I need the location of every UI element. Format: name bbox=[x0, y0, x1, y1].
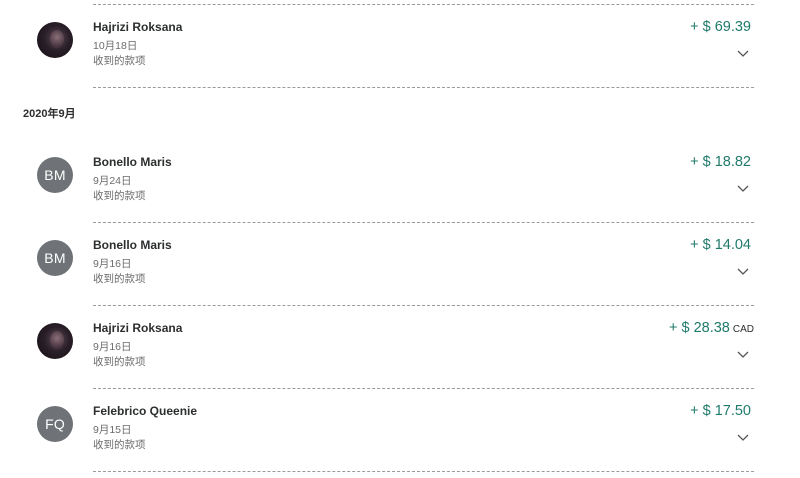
transaction-row[interactable]: Hajrizi Roksana 9月16日 收到的款项 + $ 28.38 CAD bbox=[0, 306, 800, 389]
currency-code: CAD bbox=[732, 324, 754, 335]
payer-name: Felebrico Queenie bbox=[93, 404, 198, 418]
transaction-description: 收到的款项 bbox=[93, 55, 146, 67]
transaction-description: 收到的款项 bbox=[93, 439, 146, 451]
transaction-date: 9月15日 bbox=[93, 424, 132, 436]
avatar: FQ bbox=[37, 406, 73, 442]
avatar: BM bbox=[37, 240, 73, 276]
transaction-description: 收到的款项 bbox=[93, 356, 146, 368]
transaction-row[interactable]: FQ Felebrico Queenie 9月15日 收到的款项 + $ 17.… bbox=[0, 389, 800, 472]
chevron-down-icon[interactable] bbox=[737, 351, 749, 359]
avatar: BM bbox=[37, 157, 73, 193]
chevron-down-icon[interactable] bbox=[737, 434, 749, 442]
chevron-down-icon[interactable] bbox=[737, 185, 749, 193]
transaction-row[interactable]: BM Bonello Maris 9月16日 收到的款项 + $ 14.04 bbox=[0, 223, 800, 306]
avatar bbox=[37, 323, 73, 359]
divider bbox=[93, 471, 754, 472]
divider bbox=[93, 87, 754, 88]
transaction-amount: + $ 14.04 bbox=[690, 237, 754, 253]
transaction-description: 收到的款项 bbox=[93, 273, 146, 285]
transaction-amount: + $ 17.50 bbox=[690, 403, 754, 419]
payer-name: Hajrizi Roksana bbox=[93, 321, 183, 335]
transaction-amount: + $ 18.82 bbox=[690, 154, 754, 170]
transaction-date: 9月16日 bbox=[93, 258, 132, 270]
payer-name: Hajrizi Roksana bbox=[93, 20, 183, 34]
amount-value: + $ 14.04 bbox=[690, 237, 751, 253]
payer-name: Bonello Maris bbox=[93, 238, 172, 252]
avatar bbox=[37, 22, 73, 58]
amount-value: + $ 18.82 bbox=[690, 154, 751, 170]
chevron-down-icon[interactable] bbox=[737, 50, 749, 58]
transaction-row[interactable]: Hajrizi Roksana 10月18日 收到的款项 + $ 69.39 bbox=[0, 5, 800, 88]
chevron-down-icon[interactable] bbox=[737, 268, 749, 276]
amount-value: + $ 17.50 bbox=[690, 403, 751, 419]
transaction-amount: + $ 69.39 bbox=[690, 19, 754, 35]
amount-value: + $ 28.38 bbox=[669, 320, 730, 336]
transaction-date: 10月18日 bbox=[93, 40, 138, 52]
payer-name: Bonello Maris bbox=[93, 155, 172, 169]
amount-value: + $ 69.39 bbox=[690, 19, 751, 35]
transaction-date: 9月16日 bbox=[93, 341, 132, 353]
transaction-date: 9月24日 bbox=[93, 175, 132, 187]
activity-list: Hajrizi Roksana 10月18日 收到的款项 + $ 69.39 2… bbox=[0, 0, 800, 478]
month-header: 2020年9月 bbox=[23, 108, 76, 120]
transaction-amount: + $ 28.38 CAD bbox=[669, 320, 754, 336]
transaction-row[interactable]: BM Bonello Maris 9月24日 收到的款项 + $ 18.82 bbox=[0, 140, 800, 223]
transaction-description: 收到的款项 bbox=[93, 190, 146, 202]
